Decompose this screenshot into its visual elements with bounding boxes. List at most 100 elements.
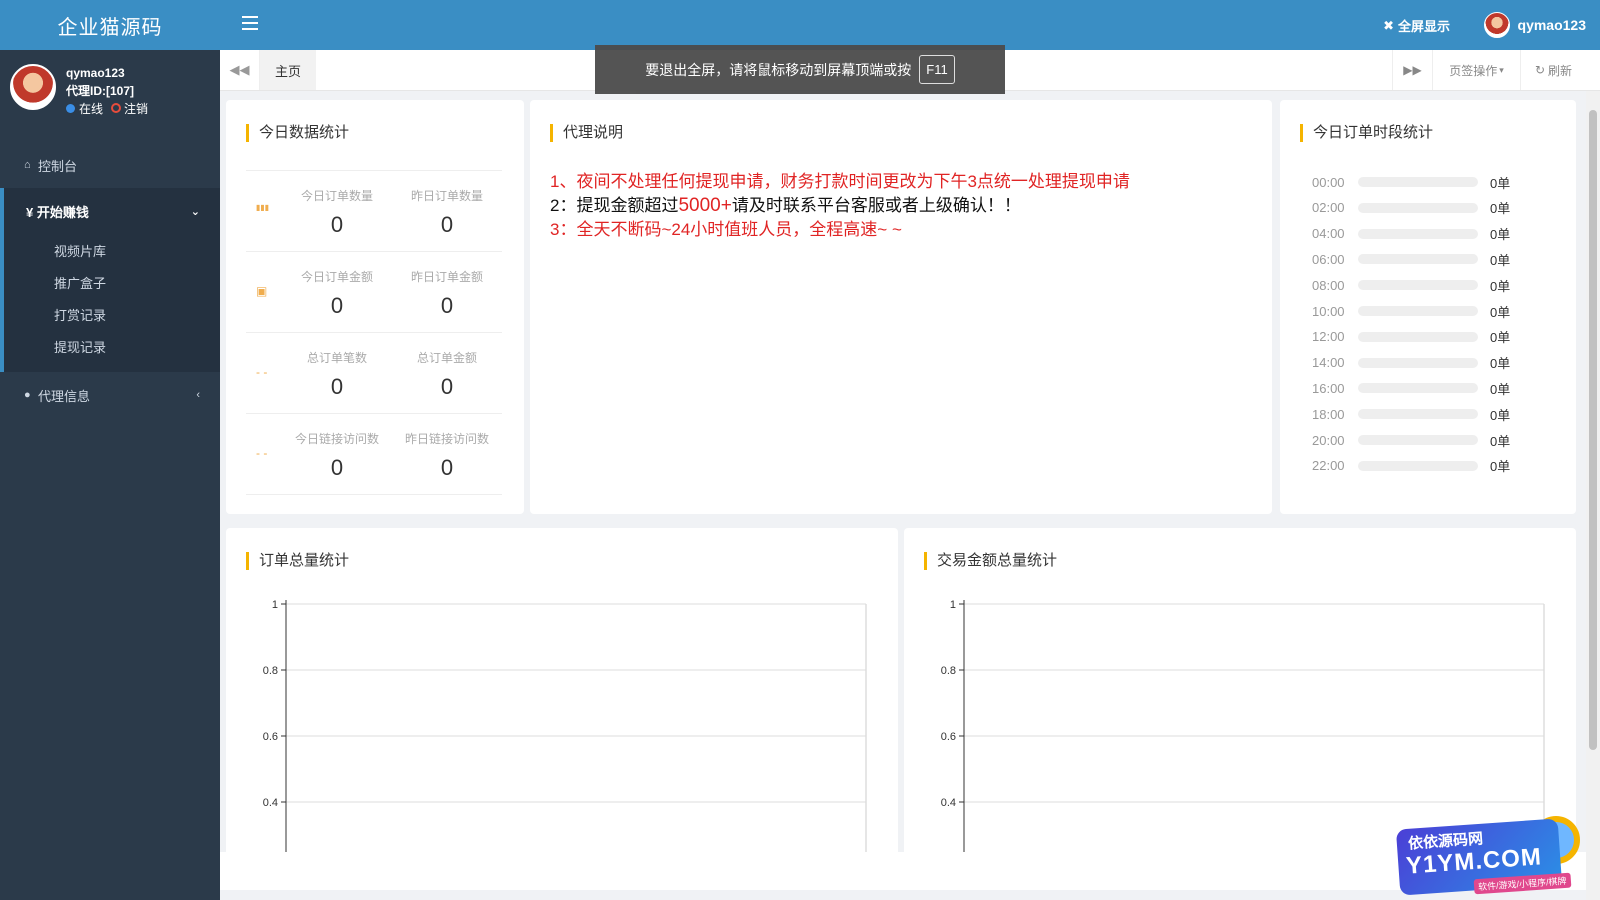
calendar-icon: ▣ — [256, 284, 268, 298]
stat-label: 昨日订单金额 — [410, 270, 483, 284]
top-username: qymao123 — [1517, 17, 1586, 33]
notice-content: 1、夜间不处理任何提现申请，财务打款时间更改为下午3点统一处理提现申请 2：提现… — [550, 170, 1130, 242]
y-tick-label: 0.6 — [263, 731, 278, 743]
notice-line-1: 1、夜间不处理任何提现申请，财务打款时间更改为下午3点统一处理提现申请 — [550, 172, 1130, 191]
user-icon: ● — [24, 389, 31, 401]
notice-line-2-prefix: 2：提现金额超过 — [550, 196, 679, 215]
avatar — [1483, 12, 1510, 38]
stat-value: 0 — [330, 374, 344, 399]
y-tick-label: 0.4 — [941, 797, 956, 809]
hour-row: 04:00 0单 — [1312, 224, 1542, 244]
sidebar-item-agent-info[interactable]: ● 代理信息 ‹ — [0, 372, 220, 418]
stat-value: 0 — [440, 374, 454, 399]
hour-label: 08:00 — [1312, 277, 1345, 293]
sidebar-item-label: 控制台 — [38, 158, 78, 174]
toast-text: 要退出全屏，请将鼠标移动到屏幕顶端或按 — [645, 61, 912, 78]
tab-home[interactable]: 主页 — [260, 50, 316, 90]
user-status: 在线 注销 — [66, 100, 148, 118]
avatar — [10, 64, 56, 110]
hour-progress-bar — [1358, 331, 1478, 342]
page-ops-dropdown[interactable]: 页签操作 ▾ — [1432, 50, 1520, 90]
watermark: 依依源码网 Y1YM.COM 软件/游戏/小程序/棋牌 — [1390, 810, 1590, 896]
stat-value: 0 — [330, 455, 344, 480]
hour-value: 0单 — [1490, 407, 1511, 423]
hour-progress-bar — [1358, 383, 1478, 394]
tab-scroll-left-icon[interactable]: ◀◀ — [220, 50, 260, 90]
sidebar-item-tip-records[interactable]: 打赏记录 — [4, 300, 220, 332]
sidebar-item-dashboard[interactable]: ⌂ 控制台 — [0, 142, 220, 188]
hour-progress-bar — [1358, 435, 1478, 445]
hour-row: 08:00 0单 — [1312, 275, 1542, 295]
notice-panel: 代理说明 1、夜间不处理任何提现申请，财务打款时间更改为下午3点统一处理提现申请… — [530, 100, 1272, 514]
top-user-menu[interactable]: qymao123 — [1483, 12, 1586, 38]
stats-panel-title: 今日数据统计 — [246, 124, 349, 142]
hour-progress-bar — [1358, 202, 1478, 213]
bar-chart-icon: ▮▮▮ — [256, 203, 270, 212]
sidebar-item-withdraw-records[interactable]: 提现记录 — [4, 332, 220, 364]
stat-cell-left: 今日订单数量 0 — [282, 187, 392, 238]
menu-toggle-icon[interactable] — [242, 16, 258, 30]
order-chart-panel: 订单总量统计 0.20.40.60.81 — [226, 528, 898, 858]
stat-label: 昨日订单数量 — [410, 189, 483, 203]
stat-label: 昨日链接访问数 — [404, 432, 489, 446]
brand-logo[interactable]: 企业猫源码 — [0, 0, 220, 50]
stat-divider — [246, 494, 502, 495]
hourly-panel-title: 今日订单时段统计 — [1300, 124, 1433, 142]
sidebar-item-start-earning[interactable]: ¥ 开始赚钱 ⌄ — [0, 188, 220, 234]
hour-row: 18:00 0单 — [1312, 404, 1542, 424]
dash-icon: - - — [256, 446, 268, 460]
sidebar-item-video-library[interactable]: 视频片库 — [4, 236, 220, 268]
sidebar-item-label: ¥ 开始赚钱 — [26, 204, 89, 220]
hour-value: 0单 — [1490, 304, 1511, 320]
stat-value: 0 — [440, 212, 454, 237]
hour-value: 0单 — [1490, 252, 1511, 268]
topbar: ✖ 全屏显示 qymao123 — [220, 0, 1600, 50]
notice-line-2: 2：提现金额超过5000+请及时联系平台客服或者上级确认！！ — [550, 194, 1130, 218]
hour-value: 0单 — [1490, 175, 1511, 191]
hour-label: 16:00 — [1312, 380, 1345, 396]
tab-scroll-right-icon[interactable]: ▶▶ — [1392, 50, 1432, 90]
bottom-bar — [220, 852, 1586, 890]
expand-icon: ✖ — [1383, 17, 1394, 33]
hour-progress-bar — [1358, 306, 1478, 316]
hour-label: 06:00 — [1312, 251, 1345, 267]
hour-label: 00:00 — [1312, 174, 1345, 190]
submenu-start-earning: 视频片库 推广盒子 打赏记录 提现记录 — [0, 234, 220, 372]
stat-cell-left: 今日订单金额 0 — [282, 268, 392, 319]
stat-label: 今日订单金额 — [300, 270, 373, 284]
chevron-down-icon: ⌄ — [190, 205, 200, 218]
notice-line-2-suffix: 请及时联系平台客服或者上级确认！！ — [731, 196, 1021, 215]
logout-icon — [111, 103, 122, 113]
hour-value: 0单 — [1490, 330, 1511, 346]
amount-chart: 0.20.40.60.81 — [941, 599, 1545, 858]
dash-icon: - - — [256, 365, 268, 379]
notice-line-3: 3：全天不断码~24小时值班人员，全程高速~ ~ — [550, 220, 902, 239]
hour-row: 10:00 0单 — [1312, 301, 1542, 321]
hour-row: 22:00 0单 — [1312, 456, 1542, 476]
stat-row: - - 今日链接访问数 0 昨日链接访问数 0 — [246, 413, 502, 494]
refresh-button[interactable]: ↻ 刷新 — [1520, 50, 1586, 90]
home-icon: ⌂ — [24, 159, 31, 171]
logout-link[interactable]: 注销 — [111, 100, 148, 118]
hour-label: 22:00 — [1312, 458, 1345, 474]
y-tick-label: 1 — [272, 599, 278, 611]
stat-label: 今日链接访问数 — [294, 432, 379, 446]
stat-value: 0 — [440, 455, 454, 480]
hour-value: 0单 — [1490, 459, 1511, 475]
stat-label: 总订单笔数 — [306, 351, 367, 365]
sidebar: 企业猫源码 qymao123 代理ID:[107] 在线 注销 ⌂ 控制台 ¥ … — [0, 0, 220, 900]
scrollbar-thumb[interactable] — [1589, 110, 1597, 750]
notice-line-2-amount: 5000+ — [678, 195, 732, 216]
hour-label: 12:00 — [1312, 329, 1345, 345]
online-dot-icon — [66, 104, 75, 113]
hour-value: 0单 — [1490, 356, 1511, 372]
y-tick-label: 0.6 — [941, 731, 956, 743]
stat-label: 今日订单数量 — [300, 189, 373, 203]
fullscreen-button[interactable]: ✖ 全屏显示 — [1383, 16, 1450, 35]
sidebar-item-label: 代理信息 — [38, 388, 91, 404]
sidebar-item-promo-box[interactable]: 推广盒子 — [4, 268, 220, 300]
y-tick-label: 0.8 — [263, 665, 278, 677]
hour-value: 0单 — [1490, 381, 1511, 397]
hour-label: 04:00 — [1312, 226, 1345, 242]
hour-row: 02:00 0单 — [1312, 198, 1542, 218]
